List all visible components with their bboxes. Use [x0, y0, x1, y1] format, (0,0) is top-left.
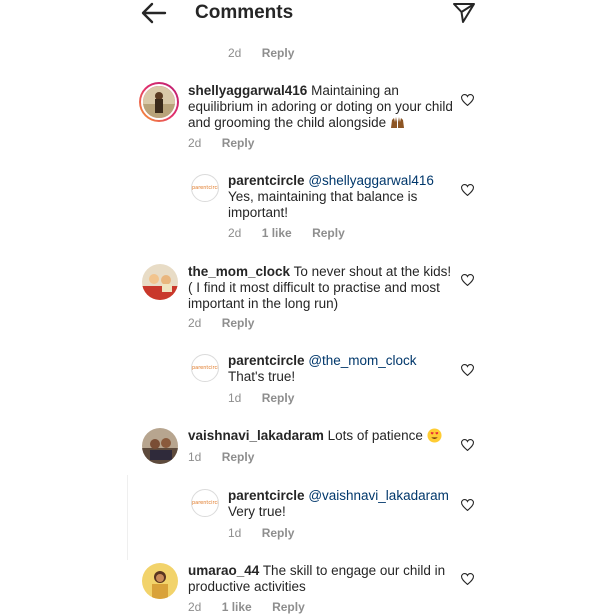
comment-meta: 2d 1 like Reply	[188, 600, 322, 614]
comment-meta: 1d Reply	[228, 526, 311, 540]
comment-text: vaishnavi_lakadaram Lots of patience	[188, 428, 453, 444]
mention-link[interactable]: @vaishnavi_lakadaram	[308, 488, 449, 503]
heart-icon[interactable]	[461, 499, 474, 511]
reply-button[interactable]: Reply	[272, 600, 305, 614]
comment-meta: 1d Reply	[228, 391, 311, 405]
parentcircle-logo: parentcircle	[192, 185, 219, 191]
reply-button[interactable]: Reply	[312, 226, 345, 240]
heart-icon[interactable]	[461, 364, 474, 376]
heart-icon[interactable]	[461, 573, 474, 585]
avatar[interactable]	[141, 84, 177, 120]
comment-meta: 2d Reply	[228, 46, 311, 60]
page-title: Comments	[195, 2, 294, 23]
comment-time: 1d	[228, 391, 242, 405]
comment-body: Lots of patience	[327, 428, 423, 443]
heart-icon[interactable]	[461, 184, 474, 196]
comment-meta: 2d Reply	[188, 136, 271, 150]
comment-meta: 2d Reply	[188, 316, 271, 330]
comment-time: 1d	[228, 526, 242, 540]
comment-text: parentcircle @vaishnavi_lakadaram Very t…	[228, 488, 453, 520]
send-icon[interactable]	[452, 1, 476, 25]
avatar[interactable]: parentcircle	[191, 489, 219, 517]
avatar[interactable]	[142, 264, 178, 300]
heart-icon[interactable]	[461, 274, 474, 286]
reply-button[interactable]: Reply	[222, 450, 255, 464]
comment-body: Very true!	[228, 504, 286, 519]
comment-username[interactable]: shellyaggarwal416	[188, 83, 307, 98]
avatar-photo	[143, 86, 175, 118]
likes-count[interactable]: 1 like	[222, 600, 252, 614]
comment-meta: 1d Reply	[188, 450, 271, 464]
comment-time: 2d	[188, 316, 202, 330]
comment-username[interactable]: the_mom_clock	[188, 264, 290, 279]
avatar[interactable]: parentcircle	[191, 174, 219, 202]
comment-text: parentcircle @shellyaggarwal416 Yes, mai…	[228, 173, 448, 221]
comment-time: 1d	[188, 450, 202, 464]
avatar-photo	[142, 428, 178, 464]
avatar[interactable]: parentcircle	[191, 354, 219, 382]
thread-line	[127, 475, 128, 560]
avatar-photo	[142, 563, 178, 599]
comment-username[interactable]: parentcircle	[228, 173, 305, 188]
comment-username[interactable]: parentcircle	[228, 353, 305, 368]
avatar[interactable]	[142, 563, 178, 599]
avatar[interactable]	[142, 428, 178, 464]
heart-icon[interactable]	[461, 439, 474, 451]
heart-icon[interactable]	[461, 94, 474, 106]
comment-username[interactable]: umarao_44	[188, 563, 259, 578]
comment-time: 2d	[188, 136, 202, 150]
comment-body: That's true!	[228, 369, 296, 384]
reply-button[interactable]: Reply	[262, 46, 295, 60]
likes-count[interactable]: 1 like	[262, 226, 292, 240]
comment-meta: 2d 1 like Reply	[228, 226, 362, 240]
comment-text: the_mom_clock To never shout at the kids…	[188, 264, 453, 312]
reply-button[interactable]: Reply	[262, 391, 295, 405]
arrow-left-icon[interactable]	[141, 2, 167, 24]
comment-text: parentcircle @the_mom_clock That's true!	[228, 353, 453, 385]
comment-username[interactable]: parentcircle	[228, 488, 305, 503]
comment-text: shellyaggarwal416 Maintaining an equilib…	[188, 83, 453, 131]
mention-link[interactable]: @the_mom_clock	[308, 353, 416, 368]
comment-time: 2d	[228, 226, 242, 240]
comment-body: Yes, maintaining that balance is importa…	[228, 189, 418, 220]
comment-text: umarao_44 The skill to engage our child …	[188, 563, 453, 595]
avatar-photo	[142, 264, 178, 300]
raised-hands-emoji	[390, 117, 404, 128]
reply-button[interactable]: Reply	[262, 526, 295, 540]
comments-header: Comments	[0, 0, 600, 30]
reply-button[interactable]: Reply	[222, 316, 255, 330]
comment-time: 2d	[228, 46, 242, 60]
parentcircle-logo: parentcircle	[192, 365, 219, 371]
comment-username[interactable]: vaishnavi_lakadaram	[188, 428, 324, 443]
reply-button[interactable]: Reply	[222, 136, 255, 150]
mention-link[interactable]: @shellyaggarwal416	[308, 173, 434, 188]
comment-time: 2d	[188, 600, 202, 614]
heart-eyes-emoji	[427, 428, 442, 443]
parentcircle-logo: parentcircle	[192, 500, 219, 506]
